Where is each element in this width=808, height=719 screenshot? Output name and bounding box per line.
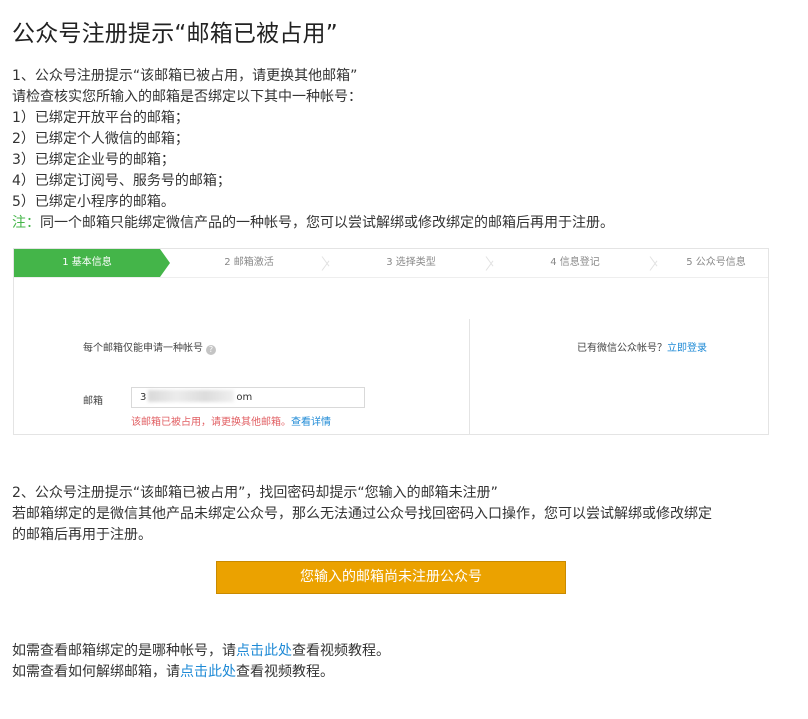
step-separator <box>486 249 496 277</box>
step-basic-info: 1 基本信息 <box>14 249 160 277</box>
one-email-hint: 每个邮箱仅能申请一种帐号? <box>83 339 216 355</box>
step-account-info: 5 公众号信息 <box>686 257 746 268</box>
step-info-register: 4 信息登记 <box>550 257 600 268</box>
step-select-type: 3 选择类型 <box>386 257 436 268</box>
list-item: 3）已绑定企业号的邮箱； <box>12 152 175 168</box>
email-error: 该邮箱已被占用，请更换其他邮箱。查看详情 <box>131 413 331 428</box>
blurred-email <box>148 390 235 402</box>
email-prefix: 3 <box>140 392 147 403</box>
section2-line1: 若邮箱绑定的是微信其他产品未绑定公众号，那么无法通过公众号找回密码入口操作，您可… <box>12 506 712 522</box>
video-tutorial-link-2[interactable]: 点击此处 <box>180 664 236 680</box>
section2-heading: 2、公众号注册提示“该邮箱已被占用”，找回密码却提示“您输入的邮箱未注册” <box>12 485 498 501</box>
step-separator <box>650 249 660 277</box>
note: 注：同一个邮箱只能绑定微信产品的一种帐号，您可以尝试解绑或修改绑定的邮箱后再用于… <box>12 213 614 234</box>
footer-line2: 如需查看如何解绑邮箱，请点击此处查看视频教程。 <box>12 662 334 683</box>
video-tutorial-link-1[interactable]: 点击此处 <box>236 643 292 659</box>
list-item: 2）已绑定个人微信的邮箱； <box>12 131 189 147</box>
section1-heading: 1、公众号注册提示“该邮箱已被占用，请更换其他邮箱” <box>12 68 358 84</box>
existing-account-text: 已有微信公众帐号？ <box>577 343 667 354</box>
footer-line1: 如需查看邮箱绑定的是哪种帐号，请点击此处查看视频教程。 <box>12 641 390 662</box>
login-link[interactable]: 立即登录 <box>667 343 707 354</box>
section1-intro: 请检查核实您所输入的邮箱是否绑定以下其中一种帐号： <box>12 89 362 105</box>
panel-divider <box>469 319 470 435</box>
registration-screenshot: 1 基本信息 2 邮箱激活 3 选择类型 4 信息登记 5 公众号信息 每个邮箱… <box>13 248 769 435</box>
section2-line2: 的邮箱后再用于注册。 <box>12 527 152 543</box>
footer-line1-prefix: 如需查看邮箱绑定的是哪种帐号，请 <box>12 643 236 659</box>
step-active-arrow <box>160 249 170 277</box>
page-title: 公众号注册提示“邮箱已被占用” <box>12 21 338 47</box>
note-label: 注： <box>12 215 40 231</box>
footer-line2-suffix: 查看视频教程。 <box>236 664 334 680</box>
list-item: 1）已绑定开放平台的邮箱； <box>12 110 189 126</box>
step-separator <box>322 249 332 277</box>
email-suffix: om <box>236 392 253 403</box>
email-error-text: 该邮箱已被占用，请更换其他邮箱。 <box>131 417 291 428</box>
note-text: 同一个邮箱只能绑定微信产品的一种帐号，您可以尝试解绑或修改绑定的邮箱后再用于注册… <box>40 215 614 231</box>
footer-line1-suffix: 查看视频教程。 <box>292 643 390 659</box>
step-progress-bar: 1 基本信息 2 邮箱激活 3 选择类型 4 信息登记 5 公众号信息 <box>14 249 768 278</box>
list-item: 4）已绑定订阅号、服务号的邮箱； <box>12 173 231 189</box>
one-email-hint-text: 每个邮箱仅能申请一种帐号 <box>83 343 203 354</box>
error-details-link[interactable]: 查看详情 <box>291 417 331 428</box>
email-not-registered-banner: 您输入的邮箱尚未注册公众号 <box>216 561 566 594</box>
footer-line2-prefix: 如需查看如何解绑邮箱，请 <box>12 664 180 680</box>
email-label: 邮箱 <box>83 396 103 407</box>
existing-account: 已有微信公众帐号？立即登录 <box>577 339 707 354</box>
list-item: 5）已绑定小程序的邮箱。 <box>12 194 175 210</box>
email-field[interactable]: 3 om <box>131 387 365 408</box>
help-icon[interactable]: ? <box>206 345 216 355</box>
step-email-activation: 2 邮箱激活 <box>224 257 274 268</box>
